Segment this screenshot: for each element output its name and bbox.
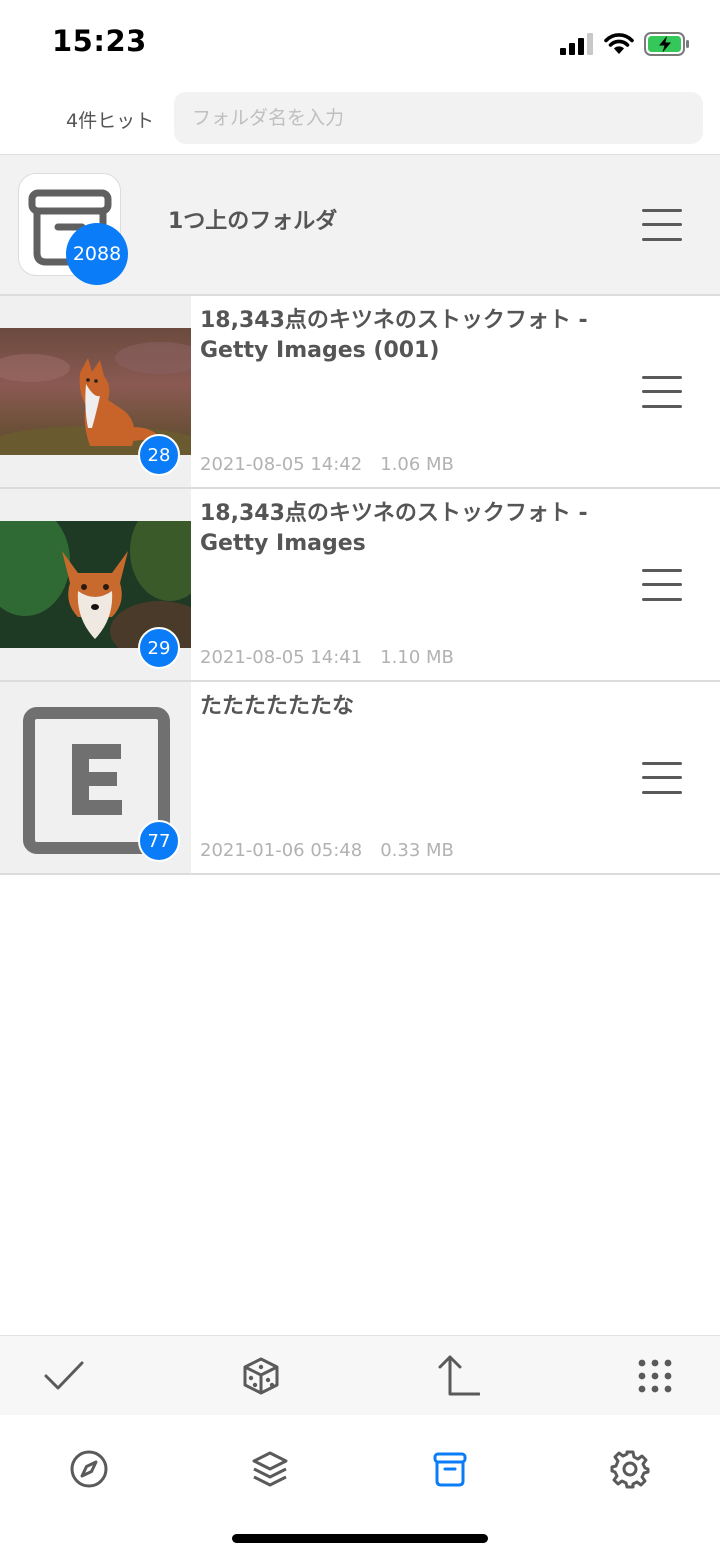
folder-date: 2021-08-05 14:42	[200, 454, 363, 475]
item-count-badge: 28	[138, 434, 180, 476]
hamburger-menu-icon[interactable]	[642, 568, 682, 601]
hamburger-menu-icon[interactable]	[642, 761, 682, 794]
status-icons	[560, 30, 690, 58]
parent-folder-label: 1つ上のフォルダ	[168, 209, 338, 234]
folder-thumbnail: 77	[0, 682, 191, 873]
cellular-signal-icon	[560, 33, 593, 55]
folder-size: 1.10 MB	[380, 647, 454, 668]
action-toolbar	[0, 1335, 720, 1416]
hamburger-menu-icon[interactable]	[642, 208, 682, 241]
up-folder-icon[interactable]	[436, 1354, 480, 1398]
layers-icon[interactable]	[248, 1447, 292, 1491]
wifi-icon	[604, 33, 634, 54]
folder-meta: 2021-01-06 05:48 0.33 MB	[200, 840, 472, 861]
folder-date: 2021-01-06 05:48	[200, 840, 363, 861]
item-count-badge: 29	[138, 627, 180, 669]
folder-thumbnail: 28	[0, 296, 191, 487]
parent-count-badge: 2088	[66, 223, 128, 285]
dice-icon[interactable]	[239, 1354, 283, 1398]
check-icon[interactable]	[42, 1354, 86, 1398]
folder-size: 0.33 MB	[380, 840, 454, 861]
folder-search-input[interactable]	[174, 92, 703, 144]
list-item[interactable]: 29 18,343点のキツネのストックフォト - Getty Images 20…	[0, 489, 720, 682]
list-item[interactable]: 28 18,343点のキツネのストックフォト - Getty Images (0…	[0, 296, 720, 489]
gear-icon[interactable]	[608, 1447, 652, 1491]
folder-title: 18,343点のキツネのストックフォト - Getty Images (001)	[200, 308, 588, 363]
hamburger-menu-icon[interactable]	[642, 375, 682, 408]
archive-icon[interactable]	[428, 1447, 472, 1491]
item-count-badge: 77	[138, 820, 180, 862]
home-indicator	[232, 1534, 488, 1543]
folder-title: 18,343点のキツネのストックフォト - Getty Images	[200, 501, 588, 556]
folder-meta: 2021-08-05 14:41 1.10 MB	[200, 647, 472, 668]
status-time: 15:23	[52, 24, 147, 58]
list-item[interactable]: 77 たたたたたたな 2021-01-06 05:48 0.33 MB	[0, 682, 720, 875]
status-bar: 15:23	[0, 0, 720, 88]
folder-meta: 2021-08-05 14:42 1.06 MB	[200, 454, 472, 475]
folder-title: たたたたたたな	[200, 694, 355, 719]
folder-list: 2088 1つ上のフォルダ 28 18,343点のキツネのストックフォト - G…	[0, 154, 720, 875]
battery-charging-icon	[644, 32, 689, 56]
search-header: 4件ヒット	[0, 88, 720, 154]
folder-date: 2021-08-05 14:41	[200, 647, 363, 668]
hit-count: 4件ヒット	[66, 110, 155, 132]
grid-icon[interactable]	[633, 1354, 677, 1398]
parent-folder-row[interactable]: 2088 1つ上のフォルダ	[0, 154, 720, 296]
folder-thumbnail: 29	[0, 489, 191, 680]
folder-size: 1.06 MB	[380, 454, 454, 475]
compass-icon[interactable]	[67, 1447, 111, 1491]
